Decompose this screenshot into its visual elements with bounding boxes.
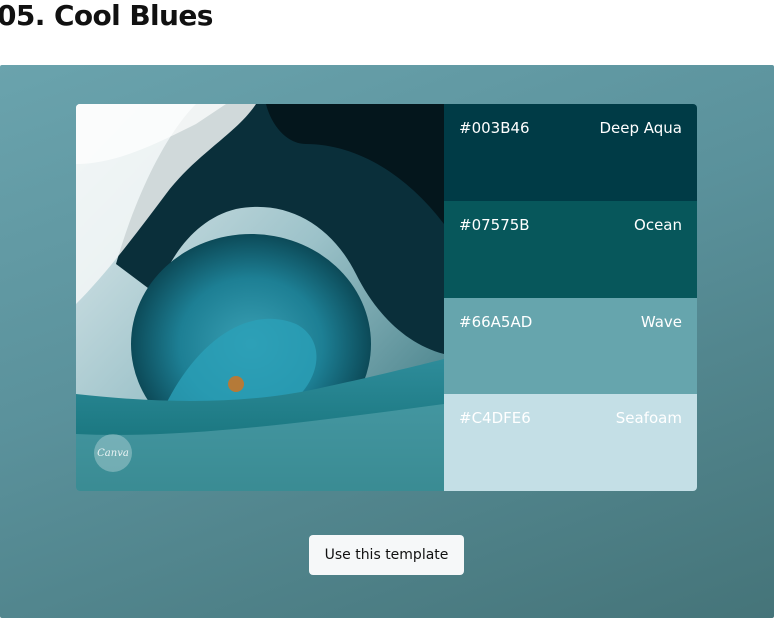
swatch-deep-aqua: #003B46 Deep Aqua <box>444 104 697 201</box>
swatch-name: Seafoam <box>615 409 682 428</box>
canva-watermark-icon: Canva <box>94 434 132 472</box>
swatch-hex: #07575B <box>459 215 530 234</box>
swatch-hex: #66A5AD <box>459 312 533 331</box>
swatch-hex: #003B46 <box>459 119 530 137</box>
swatch-name: Ocean <box>634 215 682 234</box>
swatch-wave: #66A5AD Wave <box>444 297 697 395</box>
swatch-ocean: #07575B Ocean <box>444 200 697 298</box>
section-title: 05. Cool Blues <box>0 0 213 32</box>
palette-card: Canva #003B46 Deep Aqua #07575B Ocean #6… <box>76 104 697 491</box>
swatch-name: Deep Aqua <box>599 119 682 137</box>
wave-photo: Canva <box>76 104 444 491</box>
page: 05. Cool Blues Canva #003B46 Deep Aqua #… <box>0 0 776 619</box>
color-swatches: #003B46 Deep Aqua #07575B Ocean #66A5AD … <box>444 104 697 491</box>
swatch-hex: #C4DFE6 <box>459 409 531 428</box>
palette-panel: Canva #003B46 Deep Aqua #07575B Ocean #6… <box>0 65 774 618</box>
use-template-button[interactable]: Use this template <box>309 535 464 575</box>
wave-image <box>76 104 444 491</box>
swatch-seafoam: #C4DFE6 Seafoam <box>444 394 697 491</box>
swatch-name: Wave <box>640 312 682 331</box>
